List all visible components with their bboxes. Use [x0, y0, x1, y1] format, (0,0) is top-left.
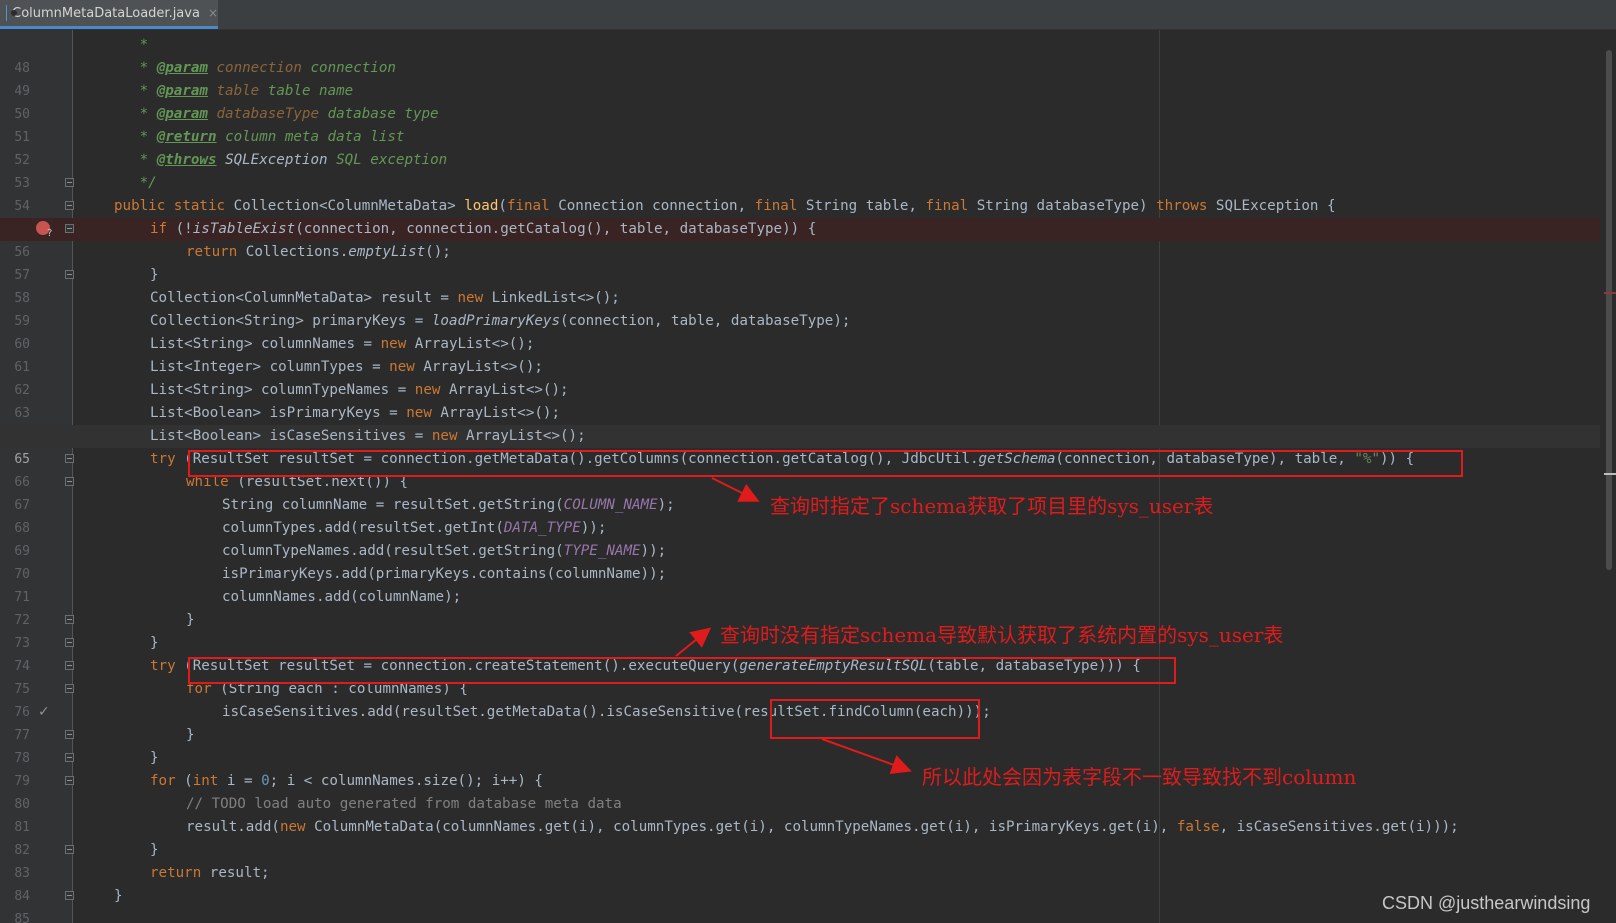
code-text: return result;	[150, 865, 270, 881]
fold-icon[interactable]	[65, 753, 74, 762]
code-text: isPrimaryKeys.add(primaryKeys.contains(c…	[222, 566, 667, 582]
annotation-text-1: 查询时指定了schema获取了项目里的sys_user表	[770, 494, 1214, 518]
code-line: 79 }	[0, 747, 1600, 789]
code-text: }	[150, 267, 159, 283]
code-line-current: 65 List<Boolean> isCaseSensitives = new …	[0, 425, 1600, 467]
code-line: 48 *	[0, 34, 1600, 76]
code-text: * @return column meta data list	[139, 129, 405, 145]
fold-icon[interactable]	[65, 638, 74, 647]
annotation-box-findcolumn	[770, 699, 980, 739]
close-icon[interactable]: ×	[208, 6, 218, 20]
code-line: 50 * @param table table name	[0, 80, 1600, 122]
code-text: for (int i = 0; i < columnNames.size(); …	[150, 773, 543, 789]
code-line: 83 }	[0, 839, 1600, 881]
code-line: 52 * @return column meta data list	[0, 126, 1600, 168]
watermark: CSDN @justhearwindsing	[1382, 893, 1591, 913]
code-line: 51 * @param databaseType database type	[0, 103, 1600, 145]
code-line: 61 List<String> columnNames = new ArrayL…	[0, 333, 1600, 375]
code-text: result.add(new ColumnMetaData(columnName…	[186, 819, 1459, 835]
breakpoint-icon[interactable]	[36, 221, 52, 245]
annotation-box-executequery	[188, 657, 1176, 684]
editor-tab-bar: ColumnMetaDataLoader.java ×	[0, 0, 1616, 30]
code-text: List<Boolean> isPrimaryKeys = new ArrayL…	[150, 405, 560, 421]
tab-filename: ColumnMetaDataLoader.java	[12, 5, 200, 21]
code-line: 81 // TODO load auto generated from data…	[0, 793, 1600, 835]
fold-icon[interactable]	[65, 454, 74, 463]
code-line: 64 List<Boolean> isPrimaryKeys = new Arr…	[0, 402, 1600, 444]
annotation-text-3: 所以此处会因为表字段不一致导致找不到column	[922, 765, 1357, 789]
fold-icon[interactable]	[65, 270, 74, 279]
code-text: List<String> columnNames = new ArrayList…	[150, 336, 535, 352]
code-text: if (!isTableExist(connection, connection…	[150, 221, 817, 237]
code-text: columnNames.add(columnName);	[222, 589, 462, 605]
fold-icon[interactable]	[65, 615, 74, 624]
line-number: 85	[14, 912, 30, 923]
code-text: Collection<ColumnMetaData> result = new …	[150, 290, 620, 306]
code-line: 80 for (int i = 0; i < columnNames.size(…	[0, 770, 1600, 812]
code-line: 69 columnTypes.add(resultSet.getInt(DATA…	[0, 517, 1600, 559]
checkmark-icon: ✓	[38, 704, 50, 720]
code-text: }	[150, 842, 159, 858]
code-text: * @param table table name	[139, 83, 354, 99]
code-line: 63 List<String> columnTypeNames = new Ar…	[0, 379, 1600, 421]
code-line: 85 }	[0, 885, 1600, 923]
editor-tab[interactable]: ColumnMetaDataLoader.java ×	[0, 0, 218, 29]
code-text: public static Collection<ColumnMetaData>…	[114, 198, 1336, 214]
code-text: List<Boolean> isCaseSensitives = new Arr…	[150, 428, 586, 444]
code-text: }	[186, 727, 195, 743]
code-line: 54 */	[0, 172, 1600, 214]
code-text: * @throws SQLException SQL exception	[139, 152, 448, 168]
error-stripe-marker[interactable]	[1604, 292, 1616, 294]
code-text: }	[150, 635, 159, 651]
code-line: 59 Collection<ColumnMetaData> result = n…	[0, 287, 1600, 329]
fold-icon[interactable]	[65, 178, 74, 187]
annotation-text-2: 查询时没有指定schema导致默认获取了系统内置的sys_user表	[720, 623, 1284, 647]
code-text: columnTypeNames.add(resultSet.getString(…	[222, 543, 667, 559]
scrollbar-thumb[interactable]	[1606, 50, 1612, 570]
fold-icon[interactable]	[65, 730, 74, 739]
code-text: * @param connection connection	[139, 60, 396, 76]
code-comment: // TODO load auto generated from databas…	[186, 796, 622, 812]
code-line: 57 return Collections.emptyList();	[0, 241, 1600, 283]
fold-icon[interactable]	[65, 776, 74, 785]
fold-icon[interactable]	[65, 661, 74, 670]
code-line: 70 columnTypeNames.add(resultSet.getStri…	[0, 540, 1600, 582]
code-text: }	[150, 750, 159, 766]
code-line: 55 public static Collection<ColumnMetaDa…	[0, 195, 1600, 237]
code-line: 60 Collection<String> primaryKeys = load…	[0, 310, 1600, 352]
code-line: 58 }	[0, 264, 1600, 306]
code-line: 62 List<Integer> columnTypes = new Array…	[0, 356, 1600, 398]
fold-icon[interactable]	[65, 845, 74, 854]
code-line: 84 return result;	[0, 862, 1600, 904]
code-text: }	[114, 888, 123, 904]
code-text: List<String> columnTypeNames = new Array…	[150, 382, 569, 398]
code-line: 72 columnNames.add(columnName);	[0, 586, 1600, 628]
fold-icon[interactable]	[65, 224, 74, 233]
code-line-breakpoint: 56 if (!isTableExist(connection, connect…	[0, 218, 1600, 260]
code-line: 82 result.add(new ColumnMetaData(columnN…	[0, 816, 1600, 858]
code-line: 49 * @param connection connection	[0, 57, 1600, 99]
code-line: 71 isPrimaryKeys.add(primaryKeys.contain…	[0, 563, 1600, 605]
code-line: 53 * @throws SQLException SQL exception	[0, 149, 1600, 191]
fold-icon[interactable]	[65, 201, 74, 210]
code-text: return Collections.emptyList();	[186, 244, 451, 260]
code-text: * @param databaseType database type	[139, 106, 439, 122]
fold-icon[interactable]	[65, 477, 74, 486]
annotation-box-getcolumns	[188, 450, 1463, 477]
vertical-scrollbar[interactable]	[1602, 30, 1616, 923]
caret-marker	[1604, 473, 1616, 475]
fold-icon[interactable]	[65, 891, 74, 900]
code-text: */	[139, 175, 157, 191]
code-text: columnTypes.add(resultSet.getInt(DATA_TY…	[222, 520, 607, 536]
code-text: Collection<String> primaryKeys = loadPri…	[150, 313, 851, 329]
fold-icon[interactable]	[65, 684, 74, 693]
code-text: List<Integer> columnTypes = new ArrayLis…	[150, 359, 543, 375]
code-text: }	[186, 612, 195, 628]
code-text: String columnName = resultSet.getString(…	[222, 497, 675, 513]
code-text: *	[139, 37, 149, 53]
